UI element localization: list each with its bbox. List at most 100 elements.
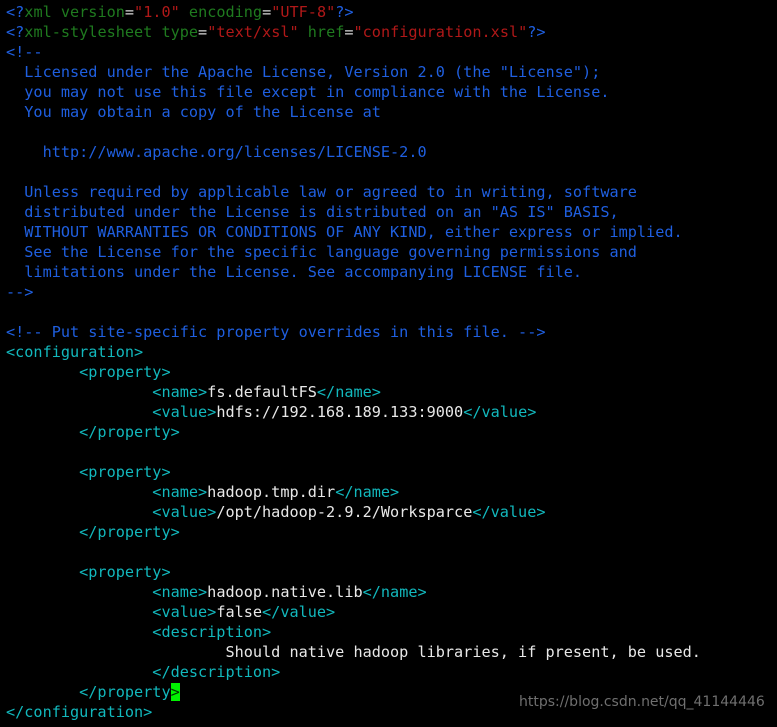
code-token: "configuration.xsl" [353,23,528,41]
code-token: </name> [335,483,400,501]
code-line: http://www.apache.org/licenses/LICENSE-2… [6,142,777,162]
code-token: = [262,3,272,21]
code-line: <?xml-stylesheet type="text/xsl" href="c… [6,22,777,42]
code-line: <property> [6,562,777,582]
code-token: You may obtain a copy of the License at [6,103,381,121]
code-token: type [161,23,199,41]
code-line [6,122,777,142]
code-token: = [124,3,135,21]
code-line: Unless required by applicable law or agr… [6,182,777,202]
code-token: <property> [6,463,171,481]
code-line: See the License for the specific languag… [6,242,777,262]
code-token: </value> [472,503,546,521]
code-token: <description> [6,623,272,641]
code-token: fs.defaultFS [207,383,317,401]
code-line: <!-- [6,42,777,62]
code-token: </name> [362,583,427,601]
code-token: hdfs://192.168.189.133:9000 [216,403,464,421]
code-line: <value>false</value> [6,602,777,622]
code-token: <property> [6,363,171,381]
code-line: Licensed under the Apache License, Versi… [6,62,777,82]
code-token: ?> [527,23,546,41]
code-token: distributed under the License is distrib… [6,203,619,221]
text-cursor: > [170,683,180,701]
code-token: xml [24,3,61,21]
code-line: --> [6,282,777,302]
code-line: distributed under the License is distrib… [6,202,777,222]
code-token: </name> [316,383,381,401]
code-line: <value>/opt/hadoop-2.9.2/Worksparce</val… [6,502,777,522]
code-token: xml-stylesheet [24,23,162,41]
code-token: Licensed under the Apache License, Versi… [6,63,601,81]
code-line: </description> [6,662,777,682]
code-token: --> [6,283,34,301]
code-line: </property> [6,522,777,542]
code-token: </value> [463,403,537,421]
code-token: <value> [6,603,217,621]
code-token: </configuration> [6,703,153,721]
code-token: </value> [262,603,336,621]
code-line: you may not use this file except in comp… [6,82,777,102]
code-token: href [307,23,345,41]
code-line: <!-- Put site-specific property override… [6,322,777,342]
code-token: Unless required by applicable law or agr… [6,183,637,201]
code-line [6,542,777,562]
watermark-text: https://blog.csdn.net/qq_41144446 [519,694,765,710]
code-token: See the License for the specific languag… [6,243,637,261]
code-token: <name> [6,483,208,501]
code-token: Should native hadoop libraries, if prese… [6,643,701,661]
code-token: <name> [6,583,208,601]
code-line: <name>hadoop.tmp.dir</name> [6,482,777,502]
code-token: "text/xsl" [207,23,299,41]
code-token: hadoop.tmp.dir [207,483,336,501]
code-line [6,162,777,182]
code-token: limitations under the License. See accom… [6,263,583,281]
code-line [6,302,777,322]
code-line: <name>hadoop.native.lib</name> [6,582,777,602]
xml-editor-terminal[interactable]: <?xml version="1.0" encoding="UTF-8"?> <?… [0,0,777,727]
code-token: </property> [6,423,180,441]
code-line: <?xml version="1.0" encoding="UTF-8"?> [6,2,777,22]
code-token: <!-- Put site-specific property override… [6,323,546,341]
code-token: version [60,3,125,21]
code-token: false [216,603,263,621]
code-token: WITHOUT WARRANTIES OR CONDITIONS OF ANY … [6,223,683,241]
code-content[interactable]: <?xml version="1.0" encoding="UTF-8"?> <?… [6,2,777,722]
code-line: You may obtain a copy of the License at [6,102,777,122]
code-token: /opt/hadoop-2.9.2/Worksparce [216,503,473,521]
code-line: <property> [6,462,777,482]
code-token: "UTF-8" [271,3,336,21]
code-token: </description> [6,663,281,681]
code-line: <value>hdfs://192.168.189.133:9000</valu… [6,402,777,422]
code-token: you may not use this file except in comp… [6,83,610,101]
code-line: <configuration> [6,342,777,362]
code-line: WITHOUT WARRANTIES OR CONDITIONS OF ANY … [6,222,777,242]
code-token: <property> [6,563,171,581]
code-token: "1.0" [134,3,180,21]
code-token: <value> [6,503,217,521]
code-token: http://www.apache.org/licenses/LICENSE-2… [6,143,427,161]
code-token: <name> [6,383,208,401]
code-token: <? [6,23,25,41]
code-line: <name>fs.defaultFS</name> [6,382,777,402]
code-token: ?> [335,3,354,21]
code-line: <description> [6,622,777,642]
code-line: Should native hadoop libraries, if prese… [6,642,777,662]
code-line [6,442,777,462]
code-token: </property [6,683,171,701]
code-token: encoding [188,3,263,21]
code-token: <? [6,3,25,21]
code-token: <value> [6,403,217,421]
code-token: <!-- [6,43,43,61]
code-token: = [344,23,354,41]
code-token: hadoop.native.lib [207,583,363,601]
code-line: </property> [6,422,777,442]
code-token: <configuration> [6,343,144,361]
